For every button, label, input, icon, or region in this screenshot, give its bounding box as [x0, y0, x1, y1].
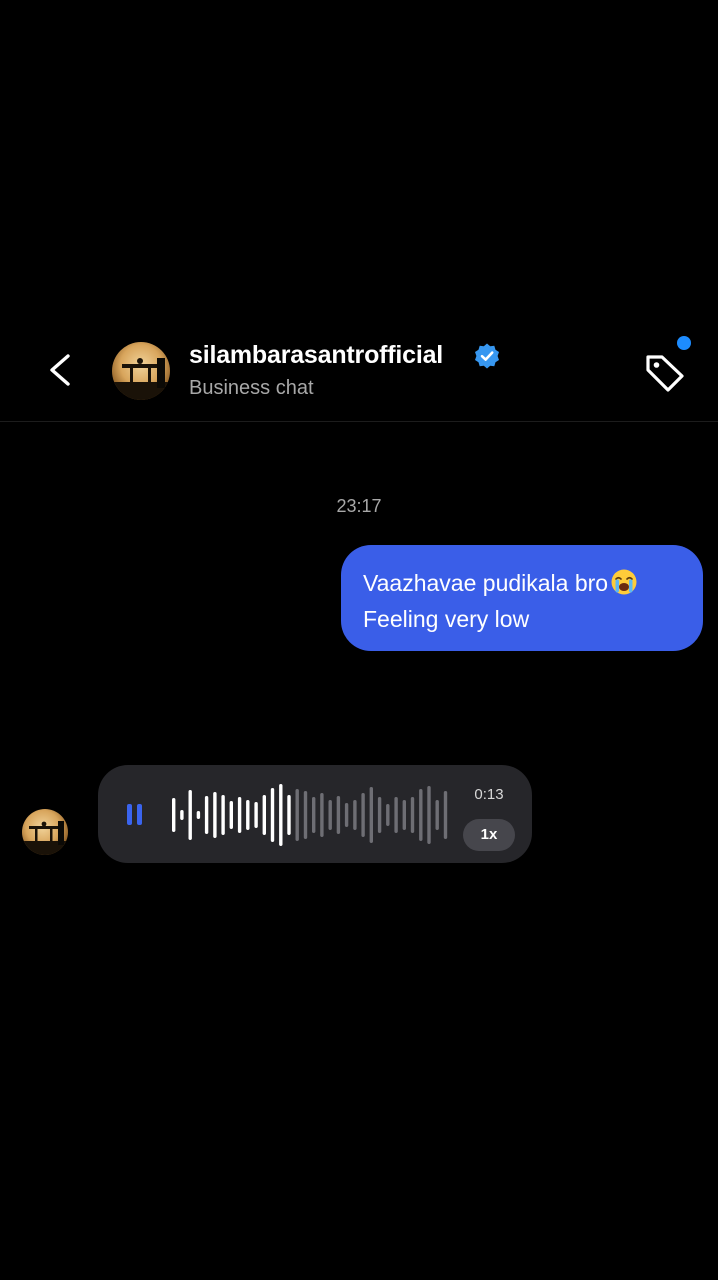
waveform-bar: [402, 800, 406, 830]
message-line-text: Feeling very low: [363, 606, 530, 632]
waveform-bar: [237, 797, 242, 833]
waveform-bar: [427, 786, 431, 844]
waveform-bar: [279, 784, 283, 846]
message-line-text: Vaazhavae pudikala bro: [363, 570, 609, 596]
waveform-bar: [419, 789, 423, 841]
verified-badge-icon: [475, 343, 499, 369]
waveform-bar: [410, 797, 415, 833]
audio-waveform[interactable]: [170, 782, 450, 848]
waveform-bar: [295, 789, 299, 841]
notification-dot: [677, 336, 691, 350]
message-timestamp: 23:17: [336, 496, 382, 516]
waveform-bar: [435, 800, 439, 830]
chat-username[interactable]: silambarasantrofficial: [189, 341, 443, 370]
header-divider: [0, 421, 718, 422]
sender-avatar[interactable]: [22, 809, 68, 855]
waveform-bar: [229, 801, 233, 829]
avatar-silhouette-icon: [22, 821, 68, 855]
waveform-bar: [361, 793, 365, 837]
pause-icon: [127, 804, 132, 825]
waveform-bar: [172, 798, 176, 832]
waveform-bar: [312, 797, 316, 833]
back-arrow-icon[interactable]: [38, 348, 82, 392]
waveform-bar: [287, 795, 291, 835]
waveform-bar: [270, 788, 275, 842]
waveform-bar: [213, 792, 217, 838]
voice-duration: 0:13: [474, 786, 504, 803]
waveform-bar: [353, 800, 357, 830]
message-line: Vaazhavae pudikala bro: [363, 565, 683, 601]
chat-subtitle: Business chat: [189, 377, 314, 399]
pause-icon: [137, 804, 142, 825]
playback-speed-button[interactable]: 1x: [463, 819, 515, 851]
pause-button[interactable]: [118, 793, 154, 837]
waveform-bar: [180, 810, 184, 820]
tag-icon[interactable]: [640, 348, 688, 396]
waveform-bar: [377, 797, 382, 833]
waveform-bar: [204, 796, 209, 834]
waveform-bar: [344, 803, 349, 827]
waveform-bar: [394, 797, 398, 833]
avatar-silhouette-icon: [112, 358, 170, 400]
waveform-bar: [386, 804, 390, 826]
waveform-bar: [221, 795, 225, 835]
loudly-crying-face-icon: [611, 569, 637, 595]
waveform-bar: [196, 811, 201, 819]
waveform-bar: [188, 790, 192, 840]
waveform-bar: [328, 800, 332, 830]
waveform-bar: [303, 791, 308, 839]
waveform-bar: [254, 802, 258, 828]
waveform-bar: [320, 793, 324, 837]
waveform-bar: [246, 800, 250, 830]
chat-header: silambarasantrofficial Business chat: [0, 330, 718, 422]
outgoing-message-bubble[interactable]: Vaazhavae pudikala bro Feeling very low: [341, 545, 703, 651]
waveform-bar: [443, 791, 448, 839]
waveform-bar: [336, 796, 341, 834]
waveform-bar: [369, 787, 373, 843]
profile-avatar[interactable]: [112, 342, 170, 400]
waveform-bar: [262, 795, 266, 835]
